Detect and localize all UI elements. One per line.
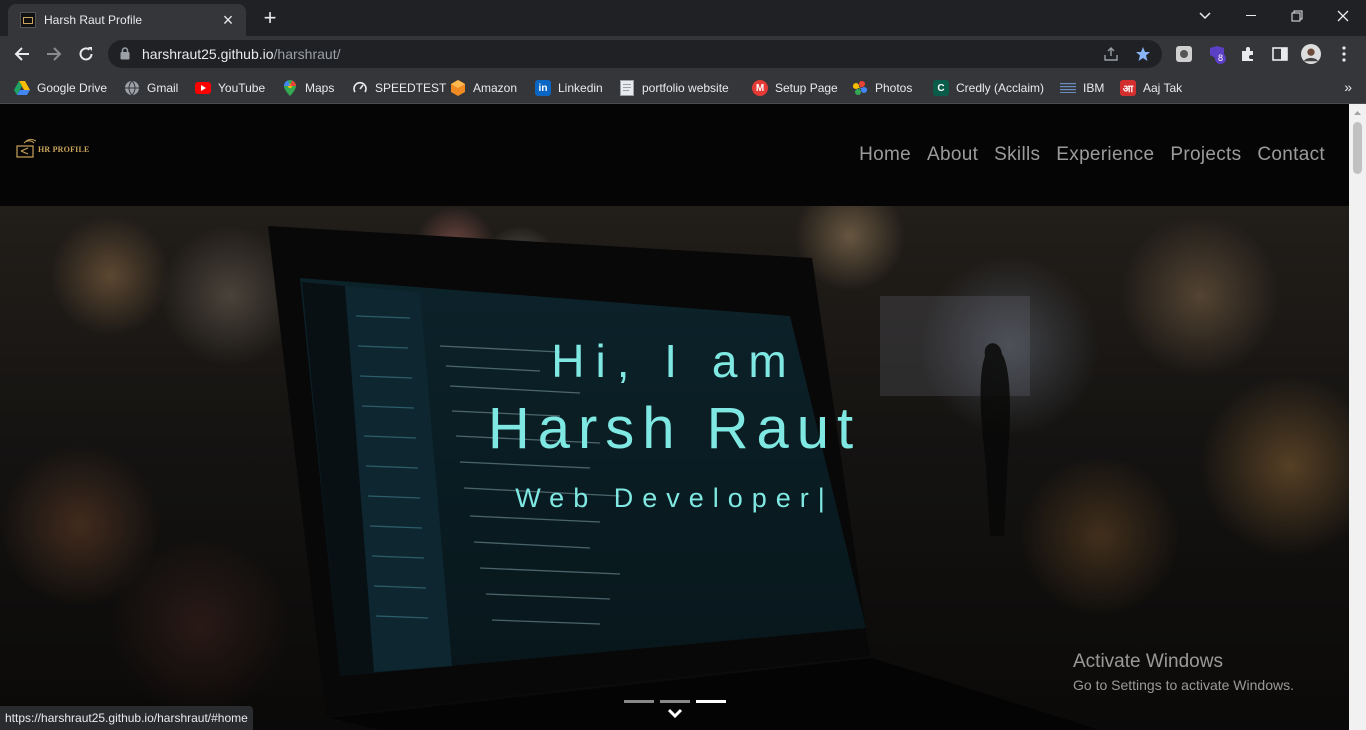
bookmark-label: SPEEDTEST <box>375 81 447 95</box>
reload-button[interactable] <box>72 40 100 68</box>
close-window-button[interactable] <box>1320 0 1366 32</box>
tab-search-icon[interactable] <box>1182 0 1228 32</box>
bookmark-google-drive[interactable]: Google Drive <box>14 78 107 98</box>
hero-name: Harsh Raut <box>487 396 862 461</box>
bookmark-credly[interactable]: C Credly (Acclaim) <box>933 78 1044 98</box>
hero-greeting: Hi, I am <box>551 335 798 387</box>
nav-contact[interactable]: Contact <box>1257 144 1325 166</box>
restore-button[interactable] <box>1274 0 1320 32</box>
ibm-icon <box>1060 80 1076 96</box>
bookmark-photos[interactable]: Photos <box>852 78 912 98</box>
bookmark-label: Google Drive <box>37 81 108 95</box>
site-favicon-icon <box>20 12 36 28</box>
hero-role: Web Developer| <box>515 483 834 513</box>
back-button[interactable] <box>8 40 36 68</box>
nav-projects[interactable]: Projects <box>1170 144 1241 166</box>
bookmark-portfolio-website[interactable]: portfolio website <box>619 78 729 98</box>
scroll-up-arrow-icon[interactable] <box>1349 108 1366 118</box>
credly-icon: C <box>933 80 949 96</box>
bookmark-label: Credly (Acclaim) <box>956 81 1045 95</box>
forward-button[interactable] <box>40 40 68 68</box>
bookmark-label: Linkedin <box>558 81 603 95</box>
url-path: /harshraut/ <box>273 46 341 62</box>
amazon-icon <box>450 80 466 96</box>
carousel-indicator-active[interactable] <box>696 700 726 703</box>
nav-skills[interactable]: Skills <box>994 144 1040 166</box>
bookmark-label: IBM <box>1083 81 1105 95</box>
monitor-logo-icon <box>16 139 36 158</box>
bookmark-label: YouTube <box>218 81 266 95</box>
hero-section: Hi, I am Harsh Raut Web Developer| Activ… <box>0 206 1349 730</box>
maps-icon <box>282 80 298 96</box>
profile-avatar[interactable] <box>1301 44 1321 64</box>
site-logo[interactable]: HR PROFILE <box>16 138 90 160</box>
link-status-bar: https://harshraut25.github.io/harshraut/… <box>0 706 253 730</box>
lock-icon[interactable] <box>120 47 130 65</box>
bookmark-youtube[interactable]: YouTube <box>195 78 265 98</box>
browser-tab[interactable]: Harsh Raut Profile × <box>8 4 246 36</box>
bookmark-maps[interactable]: Maps <box>282 78 334 98</box>
nav-about[interactable]: About <box>927 144 978 166</box>
menu-kebab-icon[interactable] <box>1334 44 1354 64</box>
url-domain: harshraut25.github.io <box>142 46 274 62</box>
bookmark-label: portfolio website <box>642 81 729 95</box>
nav-experience[interactable]: Experience <box>1056 144 1154 166</box>
youtube-icon <box>195 80 211 96</box>
bookmark-label: Aaj Tak <box>1143 81 1183 95</box>
extensions-puzzle-icon[interactable] <box>1238 44 1258 64</box>
page-scrollbar[interactable] <box>1349 104 1366 730</box>
google-drive-icon <box>14 80 30 96</box>
address-bar[interactable]: harshraut25.github.io/harshraut/ <box>108 40 1162 68</box>
setup-icon: M <box>752 80 768 96</box>
bookmarks-bar: Google Drive Gmail YouTube Maps SPEEDTES… <box>0 72 1366 104</box>
bookmark-label: Maps <box>305 81 335 95</box>
bookmark-linkedin[interactable]: in Linkedin <box>535 78 603 98</box>
scroll-down-chevron-icon[interactable] <box>667 708 683 720</box>
bookmark-label: Setup Page <box>775 81 838 95</box>
bookmark-speedtest[interactable]: SPEEDTEST <box>352 78 446 98</box>
bookmark-aaj-tak[interactable]: आ Aaj Tak <box>1120 78 1182 98</box>
carousel-indicator[interactable] <box>624 700 654 703</box>
carousel-indicators <box>624 700 732 703</box>
windows-activation-watermark: Activate Windows Go to Settings to activ… <box>1073 651 1294 693</box>
nav-home[interactable]: Home <box>859 144 911 166</box>
bookmark-label: Photos <box>875 81 913 95</box>
page-icon <box>619 80 635 96</box>
scrollbar-thumb[interactable] <box>1353 122 1362 174</box>
browser-toolbar: harshraut25.github.io/harshraut/ 8 <box>0 36 1366 72</box>
globe-icon <box>124 80 140 96</box>
linkedin-icon: in <box>535 80 551 96</box>
extension-icon[interactable] <box>1174 44 1194 64</box>
speedtest-icon <box>352 80 368 96</box>
aajtak-icon: आ <box>1120 80 1136 96</box>
url-text[interactable]: harshraut25.github.io/harshraut/ <box>142 46 340 62</box>
bookmark-star-icon[interactable] <box>1134 45 1152 63</box>
share-icon[interactable] <box>1102 45 1120 63</box>
main-nav: Home About Skills Experience Projects Co… <box>843 144 1325 166</box>
photos-icon <box>852 80 868 96</box>
bookmark-setup-page[interactable]: M Setup Page <box>752 78 838 98</box>
activation-title: Activate Windows <box>1073 651 1223 672</box>
minimize-button[interactable] <box>1228 0 1274 32</box>
carousel-indicator[interactable] <box>660 700 690 703</box>
bookmark-label: Amazon <box>473 81 518 95</box>
extension-badge-icon[interactable]: 8 <box>1207 44 1227 64</box>
close-tab-icon[interactable]: × <box>218 11 238 29</box>
page-viewport: HR PROFILE Home About Skills Experience … <box>0 104 1366 730</box>
logo-text: HR PROFILE <box>38 144 90 154</box>
side-panel-icon[interactable] <box>1270 44 1290 64</box>
more-bookmarks-icon[interactable]: » <box>1344 79 1352 95</box>
extension-badge-count: 8 <box>1215 53 1227 64</box>
bookmark-amazon[interactable]: Amazon <box>450 78 517 98</box>
activation-subtitle: Go to Settings to activate Windows. <box>1073 677 1294 693</box>
bookmark-gmail[interactable]: Gmail <box>124 78 178 98</box>
new-tab-button[interactable]: + <box>258 6 282 30</box>
bookmark-ibm[interactable]: IBM <box>1060 78 1104 98</box>
tab-title: Harsh Raut Profile <box>44 13 143 27</box>
tab-strip: Harsh Raut Profile × + <box>0 0 1366 36</box>
bookmark-label: Gmail <box>147 81 179 95</box>
site-navbar: HR PROFILE Home About Skills Experience … <box>0 104 1349 207</box>
